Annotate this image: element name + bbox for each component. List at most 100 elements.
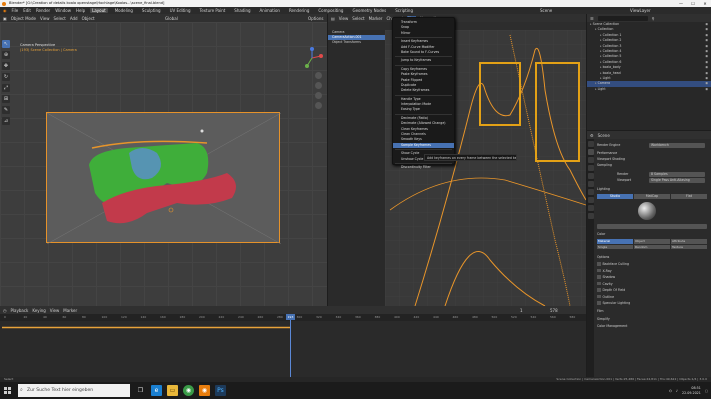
channel-row[interactable]: Object Transforms [328, 40, 385, 45]
workspace-tab-rendering[interactable]: Rendering [287, 8, 311, 13]
tool-tab-icon[interactable] [587, 141, 594, 147]
workspace-tab-geometry-nodes[interactable]: Geometry Nodes [350, 8, 388, 13]
workspace-tab-modeling[interactable]: Modeling [113, 8, 135, 13]
add-menu[interactable]: Add [70, 16, 78, 21]
color-texture-button[interactable]: Texture [671, 244, 707, 249]
lighting-studio-button[interactable]: Studio [597, 194, 633, 199]
outliner-type-icon[interactable]: ☰ [590, 16, 594, 21]
zoom-icon[interactable] [315, 72, 322, 79]
current-frame-label[interactable]: 193 [286, 314, 295, 320]
menu-window[interactable]: Window [55, 8, 71, 13]
workspace-tab-scripting[interactable]: Scripting [393, 8, 415, 13]
context-menu-item[interactable]: Mirror [393, 31, 454, 36]
scene-tab-icon[interactable] [587, 173, 594, 179]
option-checkbox[interactable] [597, 294, 601, 299]
color-management-panel[interactable]: Color Management [597, 324, 707, 329]
option-checkbox[interactable] [597, 262, 601, 266]
render-tab-icon[interactable] [587, 149, 594, 155]
option-row[interactable]: Backface Culling [597, 262, 707, 267]
option-row[interactable]: Cavity [597, 282, 707, 287]
option-checkbox[interactable] [597, 281, 601, 286]
workspace-tab-texture-paint[interactable]: Texture Paint [197, 8, 227, 13]
object-mode-dropdown[interactable]: Object Mode [11, 16, 36, 21]
rotate-tool-icon[interactable]: ↻ [2, 73, 10, 81]
output-tab-icon[interactable] [587, 157, 594, 163]
data-tab-icon[interactable] [587, 213, 594, 219]
object-tab-icon[interactable] [587, 189, 594, 195]
outliner-row[interactable]: ▸ Light ◉ [587, 87, 711, 92]
lighting-flat-button[interactable]: Flat [671, 194, 707, 199]
scene-selector[interactable]: Scene [540, 8, 552, 13]
options-panel-title[interactable]: Options [597, 255, 707, 260]
options-dropdown[interactable]: Options [308, 16, 323, 21]
outliner-search-input[interactable] [597, 15, 648, 21]
workspace-tab-shading[interactable]: Shading [232, 8, 252, 13]
color-material-button[interactable]: Material [597, 239, 633, 244]
lighting-matcap-button[interactable]: MatCap [634, 194, 670, 199]
film-panel[interactable]: Film [597, 309, 707, 314]
annotate-tool-icon[interactable]: ✎ [2, 106, 10, 114]
close-button[interactable]: ✕ [699, 0, 711, 7]
file-explorer-icon[interactable]: ▭ [167, 385, 178, 396]
blender-menu-icon[interactable]: ◉ [3, 8, 7, 13]
context-menu-item[interactable]: Discontinuity Filter [393, 165, 454, 170]
transform-tool-icon[interactable]: ⊞ [2, 95, 10, 103]
timeline-marker-menu[interactable]: Marker [63, 308, 77, 313]
workspace-tab-compositing[interactable]: Compositing [316, 8, 345, 13]
task-view-icon[interactable]: ❐ [135, 385, 146, 396]
ortho-toggle-icon[interactable] [315, 102, 322, 109]
color-random-button[interactable]: Random [634, 244, 670, 249]
pan-icon[interactable] [315, 82, 322, 89]
view-layer-selector[interactable]: ViewLayer [630, 8, 651, 13]
modifier-tab-icon[interactable] [587, 197, 594, 203]
view-layer-tab-icon[interactable] [587, 165, 594, 171]
option-row[interactable]: X-Ray [597, 269, 707, 274]
minimize-button[interactable]: — [675, 0, 687, 7]
studio-light-dropdown[interactable] [597, 224, 707, 229]
start-frame-field[interactable]: 1 [520, 308, 523, 313]
context-menu-item[interactable]: Jump to Keyframes [393, 58, 454, 63]
view-menu[interactable]: View [40, 16, 50, 21]
edge-browser-icon[interactable]: e [151, 385, 162, 396]
option-checkbox[interactable] [597, 288, 601, 292]
clock[interactable]: 08:51 22.09.2021 [682, 386, 701, 395]
maximize-button[interactable]: ☐ [687, 0, 699, 7]
workspace-tab-layout[interactable]: Layout [90, 8, 108, 13]
render-samples-field[interactable]: 8 Samples [649, 172, 705, 177]
photoshop-icon[interactable]: Ps [215, 385, 226, 396]
option-row[interactable]: Specular Lighting [597, 301, 707, 306]
menu-edit[interactable]: Edit [23, 8, 31, 13]
viewport-aa-dropdown[interactable]: Single Pass Anti-Aliasing [649, 178, 705, 183]
timeline-keyframes[interactable] [2, 326, 290, 329]
chrome-icon[interactable]: ◉ [183, 385, 194, 396]
workspace-tab-animation[interactable]: Animation [258, 8, 282, 13]
timeline-view-menu[interactable]: View [50, 308, 60, 313]
menu-file[interactable]: File [12, 8, 19, 13]
lighting-panel-title[interactable]: Lighting [597, 187, 707, 192]
navigation-gizmo-icon[interactable] [300, 46, 324, 70]
network-icon[interactable]: ⌬ [669, 389, 672, 393]
object-menu[interactable]: Object [82, 16, 95, 21]
end-frame-field[interactable]: 578 [550, 308, 558, 313]
simplify-panel[interactable]: Simplify [597, 317, 707, 322]
playback-menu[interactable]: Playback [11, 308, 29, 313]
color-panel-title[interactable]: Color [597, 232, 707, 237]
filter-icon[interactable]: ⚲ [652, 16, 655, 21]
timeline-type-icon[interactable]: ◷ [3, 308, 7, 313]
scale-tool-icon[interactable]: ⤢ [2, 84, 10, 92]
windows-start-icon[interactable] [2, 385, 13, 396]
keying-menu[interactable]: Keying [32, 308, 45, 313]
color-attribute-button[interactable]: Attribute [671, 239, 707, 244]
select-menu[interactable]: Select [53, 16, 65, 21]
transform-orientation-dropdown[interactable]: Global [165, 16, 178, 21]
cursor-tool-icon[interactable]: ⊕ [2, 51, 10, 59]
menu-help[interactable]: Help [76, 8, 85, 13]
notification-icon[interactable]: ▢ [705, 389, 708, 393]
volume-icon[interactable]: ♪ [676, 389, 678, 393]
option-row[interactable]: Shadow [597, 275, 707, 280]
editor-type-icon[interactable]: ▣ [3, 16, 7, 21]
workspace-tab-sculpting[interactable]: Sculpting [140, 8, 163, 13]
constraint-tab-icon[interactable] [587, 205, 594, 211]
color-single-button[interactable]: Single [597, 244, 633, 249]
sampling-panel[interactable]: Sampling [597, 163, 707, 168]
